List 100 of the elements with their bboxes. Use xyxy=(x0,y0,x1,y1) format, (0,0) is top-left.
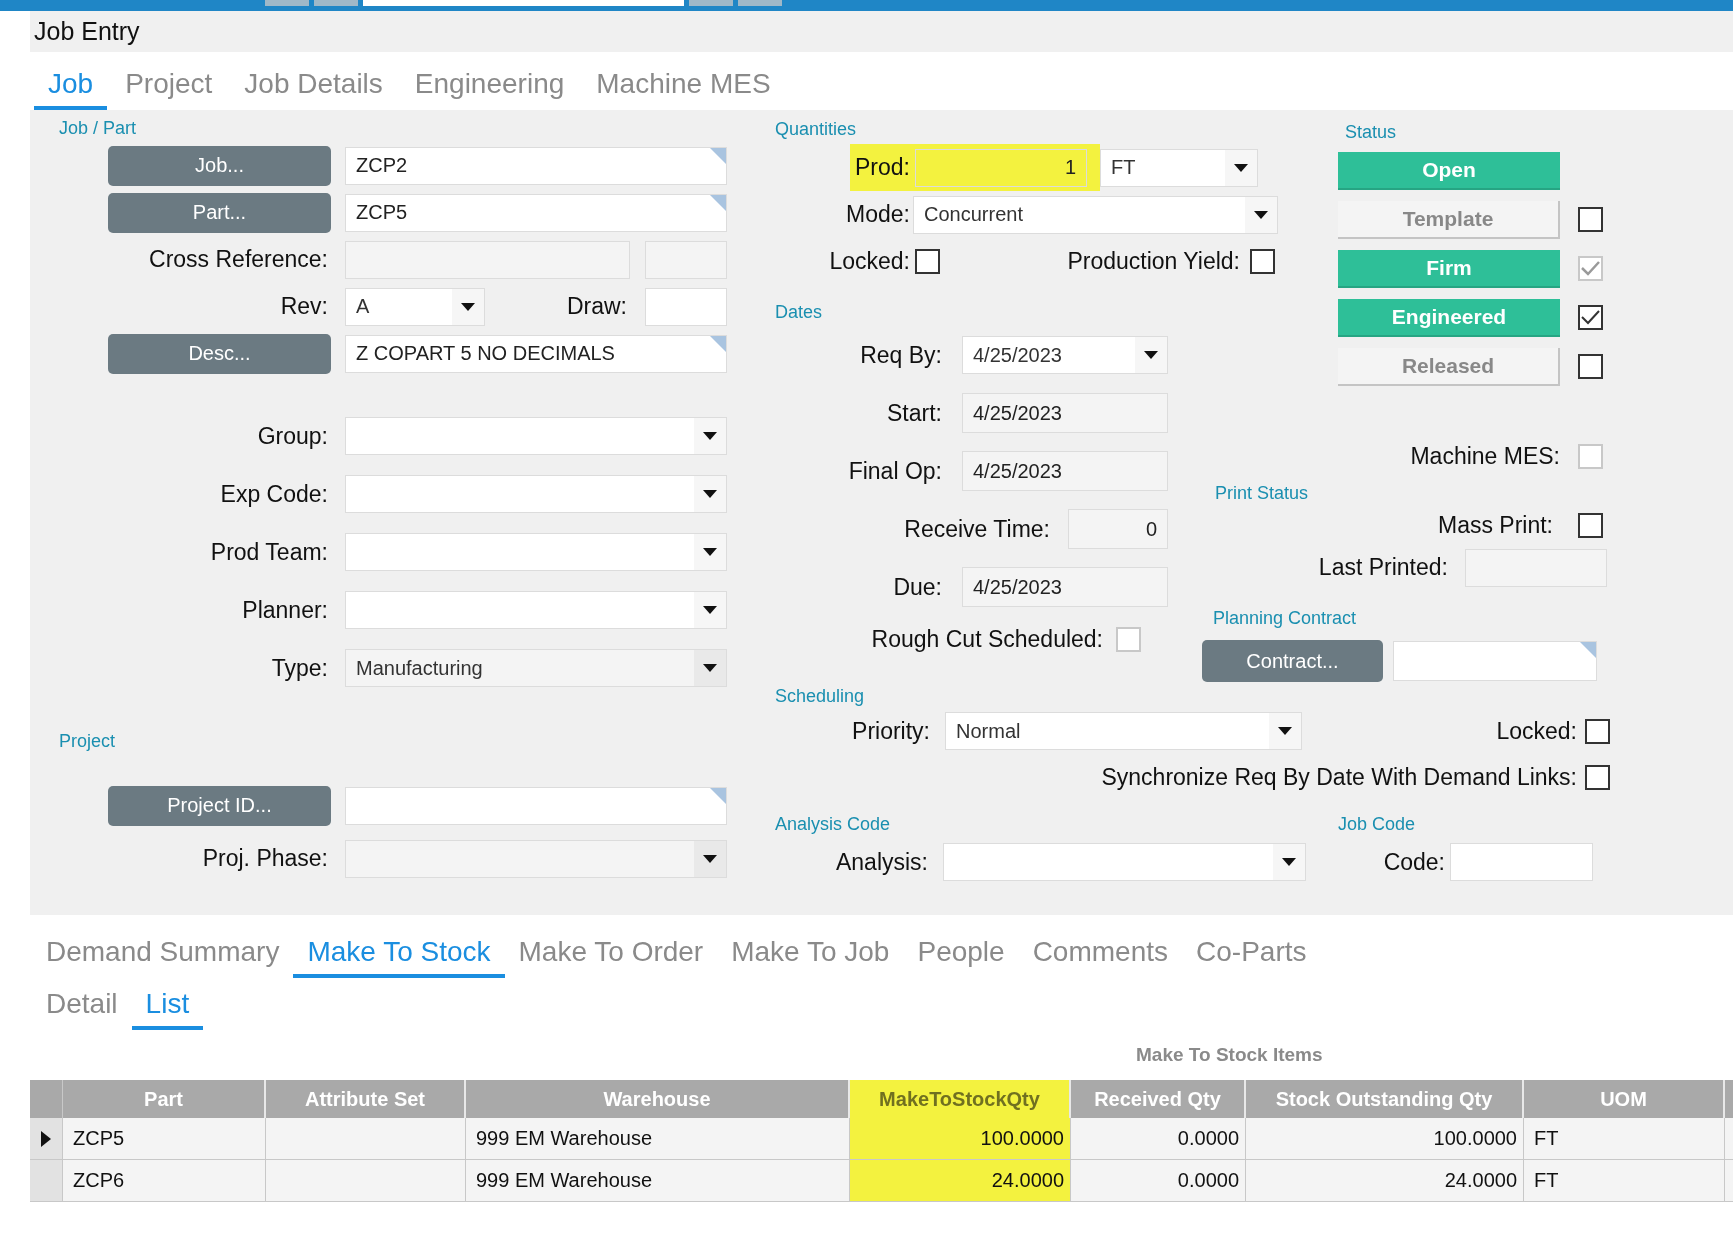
header-corner xyxy=(30,1080,63,1118)
column-header[interactable]: Warehouse xyxy=(466,1080,850,1118)
lookup-button[interactable]: Job... xyxy=(108,145,331,186)
text-field[interactable]: 4/25/2023 xyxy=(962,451,1168,491)
text-field[interactable] xyxy=(1450,843,1593,881)
lookup-button[interactable]: Contract... xyxy=(1202,640,1383,682)
caret-icon xyxy=(703,854,717,863)
text-field[interactable] xyxy=(645,287,727,326)
column-header[interactable]: Stock Outstanding Qty xyxy=(1246,1080,1524,1118)
caret-icon xyxy=(703,432,717,440)
column-header[interactable]: UOM xyxy=(1524,1080,1725,1118)
checkbox[interactable] xyxy=(1585,765,1610,790)
dropdown-field[interactable]: FT xyxy=(1100,148,1258,187)
table-cell: FT xyxy=(1524,1160,1725,1201)
tab[interactable]: Machine MES xyxy=(582,68,785,110)
section-heading: Project xyxy=(59,730,116,753)
window-title: Job Entry xyxy=(34,17,140,46)
status-button[interactable]: Open xyxy=(1338,151,1560,190)
dropdown-field[interactable]: 4/25/2023 xyxy=(962,336,1168,374)
field-label: Req By: xyxy=(859,341,942,369)
checkbox[interactable] xyxy=(1250,249,1275,274)
caret-icon xyxy=(461,302,475,311)
tab[interactable]: Detail xyxy=(32,988,132,1030)
dropdown-field[interactable] xyxy=(345,839,727,878)
tab[interactable]: People xyxy=(903,936,1019,978)
field-label: Planner: xyxy=(241,596,328,624)
field-label: Exp Code: xyxy=(219,480,328,508)
dropdown-field[interactable] xyxy=(345,475,727,513)
column-header[interactable]: Part xyxy=(63,1080,266,1118)
field-label: Receive Time: xyxy=(903,515,1050,543)
tab[interactable]: Make To Stock xyxy=(293,936,505,978)
caret-icon xyxy=(1278,727,1292,735)
number-field[interactable]: 0 xyxy=(1068,509,1168,549)
section-heading: Print Status xyxy=(1215,482,1309,505)
dropdown-field[interactable] xyxy=(943,843,1306,881)
text-field[interactable]: 4/25/2023 xyxy=(962,567,1168,607)
section-heading: Job Code xyxy=(1338,813,1416,836)
status-button[interactable]: Template xyxy=(1338,200,1560,239)
table-cell: 999 EM Warehouse xyxy=(466,1118,850,1159)
dropdown-field[interactable] xyxy=(345,417,727,455)
row-selector[interactable] xyxy=(30,1118,63,1159)
number-field[interactable]: 1 xyxy=(915,148,1087,187)
lookup-button[interactable]: Desc... xyxy=(108,333,331,374)
caret-icon xyxy=(703,548,717,556)
section-heading: Analysis Code xyxy=(775,813,891,836)
table-cell: 100.0000 xyxy=(850,1118,1071,1159)
caret-icon xyxy=(1234,163,1248,172)
section-heading: Dates xyxy=(775,301,823,324)
table-cell: 24.0000 xyxy=(850,1160,1071,1201)
text-field[interactable] xyxy=(345,240,630,279)
tab[interactable]: List xyxy=(131,988,204,1030)
field-label: Proj. Phase: xyxy=(201,845,328,872)
tab[interactable]: Project xyxy=(111,68,227,110)
dropdown-field[interactable]: Concurrent xyxy=(913,195,1278,234)
text-field[interactable]: Z COPART 5 NO DECIMALS xyxy=(345,334,727,373)
field-label: Prod Team: xyxy=(209,538,328,566)
text-field[interactable]: 4/25/2023 xyxy=(962,393,1168,433)
lookup-button[interactable]: Project ID... xyxy=(108,785,331,826)
tab[interactable]: Comments xyxy=(1018,936,1182,978)
checkbox[interactable] xyxy=(915,249,940,274)
tab[interactable]: Demand Summary xyxy=(32,936,294,978)
table-cell: 0.0000 xyxy=(1071,1160,1246,1201)
dropdown-field[interactable]: A xyxy=(345,287,485,326)
checkbox[interactable] xyxy=(1578,305,1603,330)
dropdown-field[interactable] xyxy=(345,533,727,571)
dropdown-field[interactable] xyxy=(345,591,727,629)
text-field[interactable] xyxy=(645,240,727,279)
text-field[interactable]: ZCP5 xyxy=(345,193,727,232)
column-header[interactable]: Received Qty xyxy=(1071,1080,1246,1118)
text-field[interactable] xyxy=(345,786,727,825)
column-header[interactable]: Attribute Set xyxy=(266,1080,466,1118)
field-label: Last Printed: xyxy=(1317,554,1448,581)
lookup-button[interactable]: Part... xyxy=(108,192,331,233)
table-cell: 999 EM Warehouse xyxy=(466,1160,850,1201)
caret-icon xyxy=(1254,210,1268,219)
field-label: Production Yield: xyxy=(1067,248,1240,275)
checkbox[interactable] xyxy=(1585,718,1610,744)
text-field[interactable]: ZCP2 xyxy=(345,146,727,185)
text-field[interactable] xyxy=(1393,641,1597,681)
section-heading: Quantities xyxy=(775,118,857,141)
field-label: Rev: xyxy=(279,293,328,320)
checkbox[interactable] xyxy=(1578,354,1603,379)
status-button[interactable]: Released xyxy=(1338,347,1560,386)
tab[interactable]: Make To Job xyxy=(717,936,904,978)
checkbox[interactable] xyxy=(1578,207,1603,232)
column-header[interactable]: MakeToStockQty xyxy=(850,1080,1071,1118)
dropdown-field[interactable]: Manufacturing xyxy=(345,649,727,687)
header-filler xyxy=(1725,1080,1733,1118)
checkbox[interactable] xyxy=(1578,512,1603,538)
field-label: Machine MES: xyxy=(1409,442,1560,470)
status-button[interactable]: Engineered xyxy=(1338,298,1560,337)
tab[interactable]: Engineering xyxy=(400,68,579,110)
text-field[interactable] xyxy=(1465,548,1607,587)
caret-icon xyxy=(703,490,717,498)
dropdown-field[interactable]: Normal xyxy=(945,712,1302,750)
table-cell: ZCP5 xyxy=(63,1118,266,1159)
field-label: Locked: xyxy=(1496,717,1577,745)
tab[interactable]: Make To Order xyxy=(504,936,718,978)
tab[interactable]: Co-Parts xyxy=(1182,936,1321,978)
tab[interactable]: Job Details xyxy=(230,68,397,110)
